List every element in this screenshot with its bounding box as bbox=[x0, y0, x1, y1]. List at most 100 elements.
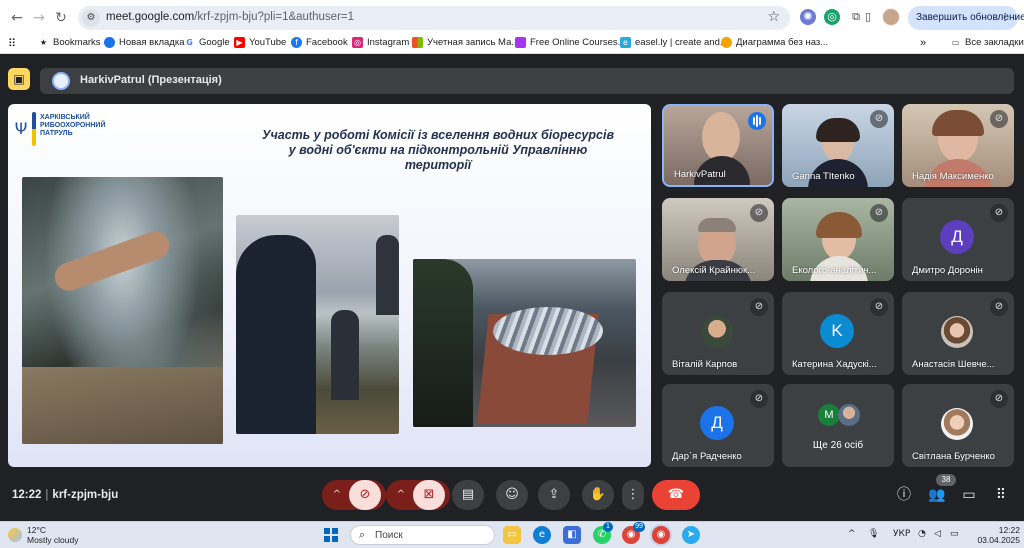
participant-avatar: M bbox=[818, 404, 840, 426]
camera-off-button[interactable]: ⊠ bbox=[413, 480, 445, 510]
more-bookmarks-icon[interactable]: » bbox=[920, 37, 926, 49]
bookmarks-bar: ⠿ ★ Bookmarks Новая вкладка G Google ▶ YouT… bbox=[0, 34, 1024, 54]
chrome-active-icon[interactable]: ◉ bbox=[652, 526, 670, 544]
all-bookmarks[interactable]: ▭ Все закладки bbox=[950, 37, 1024, 48]
bookmark-item[interactable]: ★ Bookmarks bbox=[38, 37, 101, 48]
participant-tile[interactable]: ⊘ Надія Максименко bbox=[902, 104, 1014, 187]
participant-tile[interactable]: ⊘ Світлана Бурченко bbox=[902, 384, 1014, 467]
extension-icon[interactable]: ✺ bbox=[800, 9, 816, 25]
bookmark-item[interactable]: Диаграмма без наз... bbox=[721, 37, 828, 48]
keyboard-language[interactable]: УКР bbox=[893, 529, 910, 539]
participant-name: HarkivPatrul bbox=[674, 169, 726, 180]
mic-off-icon: ⊘ bbox=[870, 204, 888, 222]
wifi-icon[interactable]: ◔ bbox=[918, 529, 926, 539]
presentation-icon[interactable]: ▣ bbox=[8, 68, 30, 90]
telegram-icon[interactable]: ➤ bbox=[682, 526, 700, 544]
forward-icon[interactable]: → bbox=[30, 9, 48, 27]
mic-off-icon: ⊘ bbox=[870, 298, 888, 316]
more-options-button[interactable]: ⋮ bbox=[622, 480, 644, 510]
site-info-icon[interactable]: ⚙ bbox=[82, 9, 100, 27]
camera-options-chevron-icon[interactable]: ^ bbox=[391, 487, 411, 503]
slide-heading: Участь у роботі Комісії із вселення водн… bbox=[262, 128, 614, 172]
youtube-icon: ▶ bbox=[234, 37, 245, 48]
raise-hand-button[interactable]: ✋ bbox=[582, 480, 614, 510]
org-name: ХАРКІВСЬКИЙ РИБООХОРОННИЙ ПАТРУЛЬ bbox=[40, 114, 106, 137]
chat-icon[interactable]: ▭ bbox=[960, 486, 978, 504]
bookmark-item[interactable]: ▶ YouTube bbox=[234, 37, 286, 48]
presenter-logo bbox=[52, 72, 70, 90]
time: 12:22 bbox=[998, 525, 1020, 535]
update-button[interactable]: Завершить обновление ⋮ bbox=[908, 6, 1024, 30]
split-view-icon[interactable]: ▯ bbox=[860, 9, 876, 25]
participant-tile[interactable]: ⊘ Анастасія Шевче... bbox=[902, 292, 1014, 375]
profile-avatar[interactable] bbox=[882, 8, 900, 26]
more-participants-tile[interactable]: M Ще 26 осіб bbox=[782, 384, 894, 467]
extension-icon[interactable]: ◎ bbox=[824, 9, 840, 25]
participants-count-badge: 38 bbox=[936, 474, 956, 486]
bookmark-star-icon[interactable]: ☆ bbox=[767, 9, 780, 25]
participant-name: Олексій Крайнюк... bbox=[672, 265, 756, 276]
chrome-badge: 99 bbox=[633, 522, 645, 532]
participant-tile[interactable]: ⊘ Віталій Карпов bbox=[662, 292, 774, 375]
mic-off-icon: ⊘ bbox=[870, 110, 888, 128]
file-explorer-icon[interactable]: ▭ bbox=[503, 526, 521, 544]
course-icon bbox=[515, 37, 526, 48]
tray-chevron-icon[interactable]: ^ bbox=[848, 529, 856, 539]
captions-button[interactable]: ▤ bbox=[452, 480, 484, 510]
meeting-details: 12:22 | krf-zpjm-bju bbox=[12, 489, 119, 501]
taskbar-search[interactable]: ⌕ Поиск bbox=[350, 525, 495, 545]
speaking-indicator-icon bbox=[748, 112, 766, 130]
weather-widget[interactable]: 12°C Mostly cloudy bbox=[8, 525, 79, 545]
store-icon[interactable]: ◧ bbox=[563, 526, 581, 544]
people-icon[interactable]: 👥 bbox=[928, 486, 946, 504]
microphone-icon[interactable]: 🎙 bbox=[868, 529, 879, 539]
bookmark-item[interactable]: Учетная запись Ма... bbox=[412, 37, 519, 48]
participant-tile[interactable]: HarkivPatrul bbox=[662, 104, 774, 187]
bookmark-item[interactable]: Новая вкладка bbox=[104, 37, 184, 48]
participant-name: Анастасія Шевче... bbox=[912, 359, 995, 370]
reload-icon[interactable]: ↻ bbox=[52, 9, 70, 27]
back-icon[interactable]: ← bbox=[8, 9, 26, 27]
bookmark-item[interactable]: ◎ Instagram bbox=[352, 37, 409, 48]
participant-tile[interactable]: K ⊘ Катерина Хадускі... bbox=[782, 292, 894, 375]
present-button[interactable]: ⇪ bbox=[538, 480, 570, 510]
date: 03.04.2025 bbox=[977, 535, 1020, 545]
bookmark-item[interactable]: G Google bbox=[184, 37, 229, 48]
participant-tile[interactable]: Д ⊘ Дар`я Радченко bbox=[662, 384, 774, 467]
activities-icon[interactable]: ⠿ bbox=[992, 486, 1010, 504]
bookmark-item[interactable]: e easel.ly | create and... bbox=[620, 37, 728, 48]
participant-name: Дар`я Радченко bbox=[672, 451, 742, 462]
search-placeholder: Поиск bbox=[375, 530, 403, 541]
mic-off-icon: ⊘ bbox=[750, 204, 768, 222]
battery-icon[interactable]: ▭ bbox=[950, 529, 959, 539]
mic-options-chevron-icon[interactable]: ^ bbox=[327, 487, 347, 503]
slide-photo-fish-box bbox=[413, 259, 636, 427]
meeting-info-icon[interactable]: ⓘ bbox=[895, 486, 913, 504]
reactions-button[interactable]: ☺ bbox=[496, 480, 528, 510]
participant-tile[interactable]: ⊘ Ganna TItenko bbox=[782, 104, 894, 187]
participant-name: Катерина Хадускі... bbox=[792, 359, 877, 370]
volume-icon[interactable]: ◁ bbox=[934, 529, 941, 539]
meet-header: ▣ HarkivPatrul (Презентація) bbox=[0, 55, 1024, 100]
mic-off-icon: ⊘ bbox=[990, 204, 1008, 222]
logo-bar bbox=[32, 112, 36, 146]
browser-toolbar: ← → ↻ ⚙ meet.google.com/krf-zpjm-bju?pli… bbox=[0, 0, 1024, 34]
more-participants-label: Ще 26 осіб bbox=[812, 440, 864, 451]
instagram-icon: ◎ bbox=[352, 37, 363, 48]
participant-name: Надія Максименко bbox=[912, 171, 994, 182]
participant-tile[interactable]: Д ⊘ Дмитро Доронін bbox=[902, 198, 1014, 281]
participant-tile[interactable]: ⊘ Еколого-аналітич... bbox=[782, 198, 894, 281]
apps-grid-icon[interactable]: ⠿ bbox=[8, 37, 16, 50]
mic-off-button[interactable]: ⊘ bbox=[349, 480, 381, 510]
leave-call-button[interactable]: ☎ bbox=[652, 480, 700, 510]
participant-avatar: Д bbox=[700, 406, 734, 440]
participant-tile[interactable]: ⊘ Олексій Крайнюк... bbox=[662, 198, 774, 281]
slide-photo-shore bbox=[236, 215, 399, 434]
chrome-icon bbox=[104, 37, 115, 48]
address-bar[interactable]: ⚙ meet.google.com/krf-zpjm-bju?pli=1&aut… bbox=[78, 6, 790, 30]
system-clock[interactable]: 12:22 03.04.2025 bbox=[966, 525, 1020, 545]
bookmark-item[interactable]: f Facebook bbox=[291, 37, 348, 48]
edge-icon[interactable]: e bbox=[533, 526, 551, 544]
start-button[interactable] bbox=[324, 528, 338, 542]
bookmark-item[interactable]: Free Online Courses... bbox=[515, 37, 626, 48]
